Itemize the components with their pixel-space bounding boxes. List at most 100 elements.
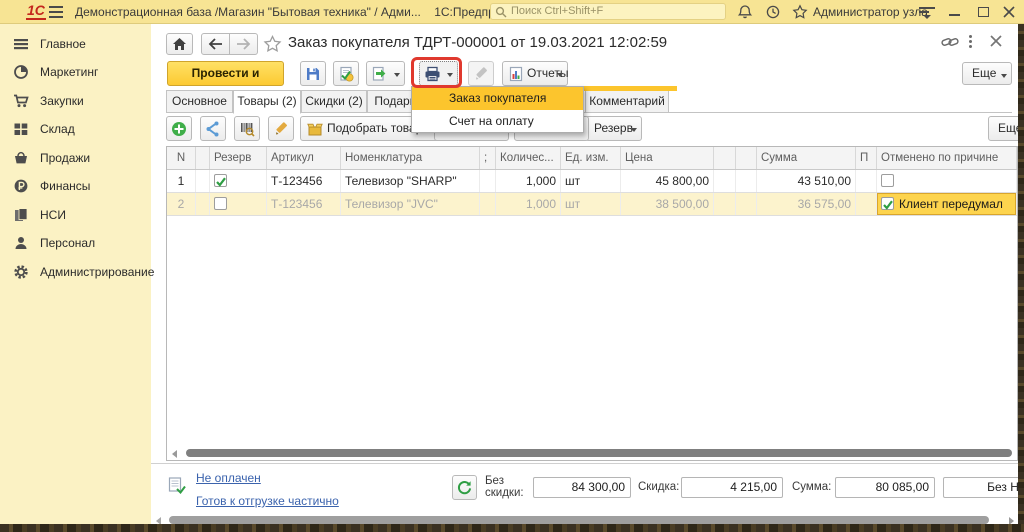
grid-icon (13, 121, 29, 137)
table-row-cancelled[interactable]: 2 Т-123456 Телевизор "JVC" 1,000 шт 38 5… (167, 193, 1017, 216)
tab-discounts[interactable]: Скидки (2) (301, 90, 367, 113)
reports-button[interactable]: Отчеты (502, 61, 568, 86)
sidebar-item-personnel[interactable]: Персонал (0, 232, 151, 257)
reserve-checkbox-unchecked[interactable] (214, 197, 227, 210)
total-field[interactable]: 80 085,00 (835, 477, 935, 498)
vat-field[interactable]: Без НД (943, 477, 1024, 498)
more-label: Еще (972, 66, 996, 80)
reserve-label: Резерв (594, 121, 633, 135)
history-icon[interactable] (765, 4, 782, 21)
col-sel[interactable] (196, 147, 210, 169)
add-row-button[interactable] (166, 116, 192, 141)
scrollbar-thumb[interactable] (169, 516, 989, 524)
col-narrow2[interactable] (736, 147, 757, 169)
post-document-button[interactable] (333, 61, 359, 86)
home-button[interactable] (166, 33, 193, 55)
print-button[interactable] (419, 61, 458, 86)
cancelled-checkbox-unchecked[interactable] (881, 174, 894, 187)
sidebar-item-main[interactable]: Главное (0, 33, 151, 58)
sidebar-item-label: Администрирование (40, 265, 154, 279)
sidebar-item-administration[interactable]: Администрирование (0, 261, 151, 286)
get-link-icon[interactable] (941, 35, 959, 52)
back-button[interactable] (201, 33, 230, 55)
create-based-on-button[interactable] (366, 61, 405, 86)
tab-products[interactable]: Товары (2) (233, 90, 301, 114)
current-user[interactable]: Администратор узла (813, 5, 928, 19)
more-options-icon[interactable] (969, 35, 975, 50)
cell-p (856, 193, 877, 215)
search-input[interactable]: Поиск Ctrl+Shift+F (490, 3, 726, 20)
scrollbar-thumb[interactable] (186, 449, 1012, 457)
checkmark-icon (882, 199, 894, 211)
notifications-bell-icon[interactable] (737, 4, 754, 21)
tab-comment[interactable]: Комментарий (585, 90, 669, 113)
form-tabs: Основное Товары (2) Скидки (2) Подарки К… (166, 90, 1012, 113)
col-p[interactable]: П (856, 147, 877, 169)
payment-status-link[interactable]: Не оплачен (196, 471, 261, 485)
table-horizontal-scrollbar[interactable] (170, 448, 1014, 458)
col-n[interactable]: N (167, 147, 196, 169)
cancelled-checkbox-checked[interactable] (881, 197, 894, 210)
reserve-button[interactable]: Резерв (585, 116, 642, 141)
dropdown-arrow-icon (447, 73, 453, 77)
sidebar-item-nsi[interactable]: НСИ (0, 204, 151, 229)
sidebar-item-label: Склад (40, 122, 75, 136)
refresh-totals-button[interactable] (452, 475, 477, 500)
sidebar-item-sales[interactable]: Продажи (0, 147, 151, 172)
col-sum[interactable]: Сумма (757, 147, 856, 169)
discount-field[interactable]: 4 215,00 (681, 477, 783, 498)
menu-item-customer-order[interactable]: Заказ покупателя (412, 87, 583, 110)
navigation-buttons (201, 33, 258, 55)
sidebar-item-label: Персонал (40, 236, 95, 250)
ruble-coin-icon (13, 178, 29, 194)
edit-row-button[interactable] (268, 116, 294, 141)
favorites-star-icon[interactable] (792, 4, 809, 21)
service-menu-icon[interactable] (919, 7, 935, 18)
tab-main[interactable]: Основное (166, 90, 233, 113)
search-icon (495, 6, 507, 18)
form-close-icon[interactable] (989, 34, 1003, 51)
report-chart-icon (508, 66, 524, 82)
sidebar-item-finance[interactable]: Финансы (0, 175, 151, 200)
scroll-left-arrow-icon[interactable] (172, 450, 177, 458)
post-document-icon (338, 66, 354, 82)
window-minimize-button[interactable] (946, 4, 964, 20)
col-price[interactable]: Цена (621, 147, 714, 169)
favorite-star-icon[interactable] (263, 35, 282, 56)
col-narrow1[interactable] (714, 147, 736, 169)
col-cancelled[interactable]: Отменено по причине (877, 147, 1017, 169)
col-qty[interactable]: Количес... (496, 147, 561, 169)
shipping-status-link[interactable]: Готов к отгрузке частично (196, 494, 339, 508)
col-item[interactable]: Номенклатура (341, 147, 480, 169)
cell-cancelled (877, 170, 1017, 192)
without-discount-field[interactable]: 84 300,00 (533, 477, 631, 498)
cell-item: Телевизор "SHARP" (341, 170, 480, 192)
move-row-button[interactable] (200, 116, 226, 141)
desktop-edge (1018, 24, 1024, 532)
reserve-checkbox-checked[interactable] (214, 174, 227, 187)
table-row[interactable]: 1 Т-123456 Телевизор "SHARP" 1,000 шт 45… (167, 170, 1017, 193)
col-reserve[interactable]: Резерв (210, 147, 267, 169)
cell-qty: 1,000 (496, 170, 561, 192)
sidebar-item-purchases[interactable]: Закупки (0, 90, 151, 115)
barcode-scan-button[interactable] (234, 116, 260, 141)
col-trunc[interactable]: ; (480, 147, 496, 169)
menu-item-invoice[interactable]: Счет на оплату (412, 110, 583, 133)
form-more-button[interactable]: Еще (962, 62, 1012, 85)
window-maximize-button[interactable] (975, 4, 993, 20)
post-and-close-button[interactable]: Провести и закрыть (167, 61, 284, 86)
cell-cancelled-selected[interactable]: Клиент передумал (877, 193, 1017, 215)
col-sku[interactable]: Артикул (267, 147, 341, 169)
forward-button[interactable] (229, 33, 258, 55)
window-close-button[interactable] (1001, 4, 1019, 20)
col-unit[interactable]: Ед. изм. (561, 147, 621, 169)
branch-arrows-icon (205, 121, 221, 137)
without-discount-label: Без скидки: (485, 475, 531, 499)
menu-lines-icon (13, 36, 29, 52)
pencil-icon (473, 66, 489, 82)
sidebar-item-marketing[interactable]: Маркетинг (0, 61, 151, 86)
main-menu-icon[interactable] (49, 6, 63, 18)
save-button[interactable] (300, 61, 326, 86)
cell-sku: Т-123456 (267, 170, 341, 192)
sidebar-item-warehouse[interactable]: Склад (0, 118, 151, 143)
